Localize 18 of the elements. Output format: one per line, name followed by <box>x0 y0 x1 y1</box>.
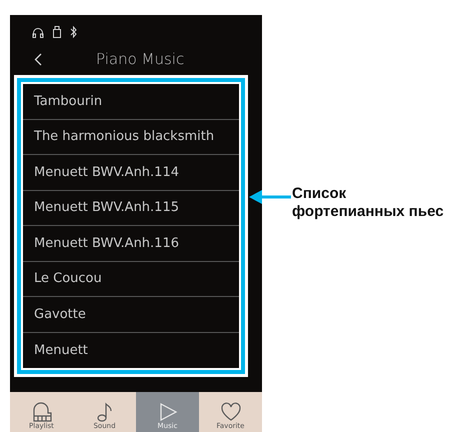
heart-icon <box>220 402 242 422</box>
song-item[interactable]: Gavotte <box>23 297 239 332</box>
piano-icon <box>30 402 52 422</box>
song-item[interactable]: Le Coucou <box>23 262 239 297</box>
song-item[interactable]: Tambourin <box>23 84 239 120</box>
callout-label: Список фортепианных пьес <box>292 185 445 221</box>
play-icon <box>158 402 178 422</box>
screen-title: Piano Music <box>96 48 184 70</box>
headphones-icon <box>32 26 44 38</box>
back-icon[interactable] <box>34 52 42 66</box>
usb-drive-icon <box>53 26 61 38</box>
song-item[interactable]: Menuett BWV.Anh.114 <box>23 155 239 190</box>
song-item[interactable]: The harmonious blacksmith <box>23 120 239 155</box>
song-item[interactable]: Menuett <box>23 332 239 368</box>
music-note-icon <box>96 402 114 422</box>
song-item[interactable]: Menuett BWV.Anh.116 <box>23 226 239 262</box>
bluetooth-icon <box>70 26 77 38</box>
song-item[interactable]: Menuett BWV.Anh.115 <box>23 190 239 226</box>
